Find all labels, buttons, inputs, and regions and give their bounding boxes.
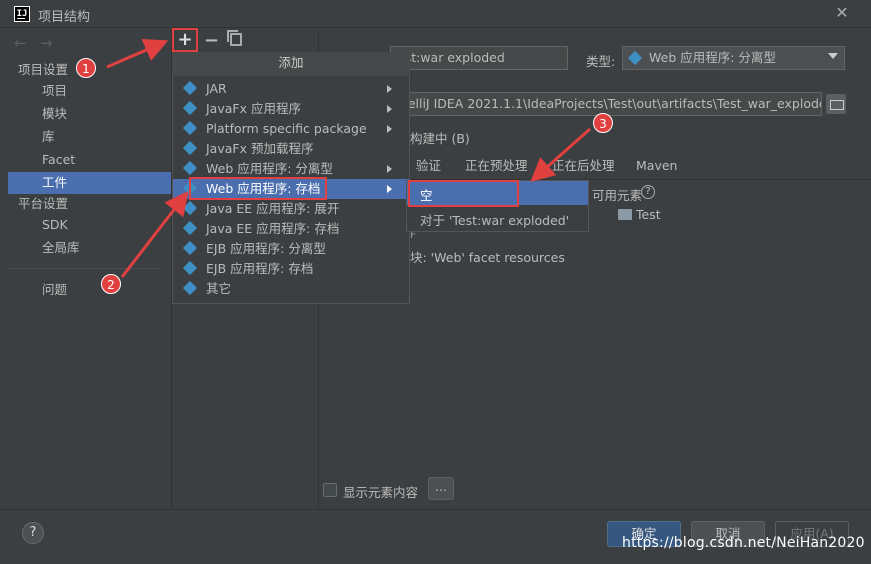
annotation-badge-2: 2: [101, 274, 121, 294]
arrow-3: [530, 127, 591, 182]
annotation-arrows: [106, 38, 591, 278]
annotation-badge-3: 3: [593, 113, 613, 133]
arrow-2: [120, 190, 189, 278]
annotation-badge-1: 1: [76, 58, 96, 78]
arrow-1: [106, 38, 169, 69]
